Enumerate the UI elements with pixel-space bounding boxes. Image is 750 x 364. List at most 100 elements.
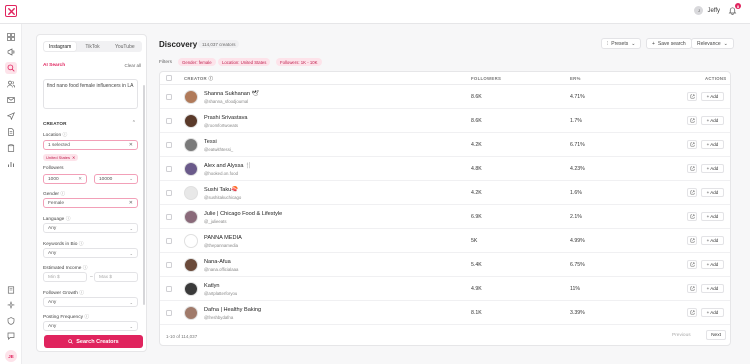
ai-search-input[interactable]: find nano food female influencers in LA (43, 79, 138, 109)
add-creator-button[interactable]: + Add (701, 236, 724, 245)
table-row[interactable]: PANNA MEDIA @thepannamedia 5K 4.99% + Add (160, 229, 730, 253)
table-row[interactable]: Prashi Srivastava @roomfortwoeats 8.6K 1.7%… (160, 109, 730, 133)
row-checkbox[interactable] (166, 214, 172, 220)
language-select[interactable]: Any ⌄ (43, 223, 138, 233)
open-profile-button[interactable] (687, 92, 697, 101)
row-checkbox[interactable] (166, 118, 172, 124)
notifications-button[interactable]: 8 (728, 3, 741, 16)
next-page-button[interactable]: Next (706, 330, 726, 340)
nav-analytics[interactable] (5, 158, 17, 170)
table-row[interactable]: Nana-Afua @nana.officialaaa 5.4K 6.75% + Add (160, 253, 730, 277)
column-er[interactable]: ER% (570, 76, 581, 81)
location-select[interactable]: 1 selected ✕ (43, 140, 138, 150)
table-row[interactable]: Sushi Taku🍣 @sushitakuchicago 4.2K 1.6% + Ad… (160, 181, 730, 205)
open-profile-button[interactable] (687, 212, 697, 221)
tab-instagram[interactable]: Instagram (44, 42, 77, 51)
clear-all-button[interactable]: Clear all (124, 63, 141, 68)
creator-avatar[interactable] (184, 258, 198, 272)
row-checkbox[interactable] (166, 262, 172, 268)
filter-chip-followers[interactable]: Followers: 1K - 10K (276, 58, 322, 66)
open-profile-button[interactable] (687, 164, 697, 173)
open-profile-button[interactable] (687, 116, 697, 125)
chevron-up-icon[interactable]: ⌃ (132, 120, 136, 126)
income-max-input[interactable]: Max $ (94, 272, 138, 282)
row-checkbox[interactable] (166, 190, 172, 196)
row-checkbox[interactable] (166, 94, 172, 100)
panel-scrollbar[interactable] (143, 85, 145, 305)
creator-avatar[interactable] (184, 186, 198, 200)
creator-avatar[interactable] (184, 114, 198, 128)
column-followers[interactable]: FOLLOWERS (471, 76, 501, 81)
save-search-button[interactable]: + Save search (646, 38, 692, 49)
nav-support[interactable] (5, 330, 17, 342)
clear-icon[interactable]: ✕ (129, 142, 133, 148)
clear-icon[interactable]: ✕ (78, 176, 82, 182)
creator-avatar[interactable] (184, 90, 198, 104)
presets-button[interactable]: ⫶ Presets ⌄ (601, 38, 642, 49)
add-creator-button[interactable]: + Add (701, 164, 724, 173)
creator-avatar[interactable] (184, 138, 198, 152)
nav-outreach[interactable] (5, 110, 17, 122)
add-creator-button[interactable]: + Add (701, 92, 724, 101)
nav-integrations[interactable] (5, 299, 17, 311)
income-min-input[interactable]: Min $ (43, 272, 87, 282)
sort-relevance-button[interactable]: Relevance ⌄ (691, 38, 734, 49)
add-creator-button[interactable]: + Add (701, 140, 724, 149)
creator-name[interactable]: Julie | Chicago Food & Lifestyle (204, 211, 282, 217)
tab-tiktok[interactable]: TikTok (76, 42, 108, 51)
add-creator-button[interactable]: + Add (701, 212, 724, 221)
creator-name[interactable]: PANNA MEDIA (204, 235, 242, 241)
followers-max-select[interactable]: 10000 ⌄ (94, 174, 138, 184)
creator-avatar[interactable] (184, 282, 198, 296)
creator-avatar[interactable] (184, 234, 198, 248)
followers-min-input[interactable]: 1000 ✕ (43, 174, 87, 184)
table-row[interactable]: Shanna Sukhanan 🕊 @shanna_sfoodjournal 8.6… (160, 85, 730, 109)
row-checkbox[interactable] (166, 310, 172, 316)
search-creators-button[interactable]: Search Creators (44, 335, 143, 348)
nav-inbox[interactable] (5, 94, 17, 106)
open-profile-button[interactable] (687, 284, 697, 293)
row-checkbox[interactable] (166, 142, 172, 148)
table-row[interactable]: Dafna | Healthy Baking @freshbydafna 8.1K 3… (160, 301, 730, 325)
clear-icon[interactable]: ✕ (129, 200, 133, 206)
open-profile-button[interactable] (687, 308, 697, 317)
nav-library[interactable] (5, 284, 17, 296)
row-checkbox[interactable] (166, 238, 172, 244)
nav-tasks[interactable] (5, 142, 17, 154)
creator-avatar[interactable] (184, 306, 198, 320)
table-row[interactable]: Katlyn @artplatterforyou 4.9K 11% + Add (160, 277, 730, 301)
filter-chip-location[interactable]: Location: United States (218, 58, 271, 66)
creator-name[interactable]: Katlyn (204, 283, 220, 289)
table-row[interactable]: Tessi @eatwithtessi_ 4.2K 6.71% + Add (160, 133, 730, 157)
open-profile-button[interactable] (687, 236, 697, 245)
creator-avatar[interactable] (184, 210, 198, 224)
creator-name[interactable]: Dafna | Healthy Baking (204, 307, 261, 313)
creator-name[interactable]: Shanna Sukhanan 🕊 (204, 91, 259, 97)
app-logo[interactable] (5, 5, 17, 17)
posting-select[interactable]: Any ⌄ (43, 321, 138, 331)
table-row[interactable]: Julie | Chicago Food & Lifestyle @_juliee… (160, 205, 730, 229)
nav-content[interactable] (5, 126, 17, 138)
add-creator-button[interactable]: + Add (701, 116, 724, 125)
keywords-select[interactable]: Any ⌄ (43, 248, 138, 258)
nav-campaigns[interactable] (5, 46, 17, 58)
row-checkbox[interactable] (166, 286, 172, 292)
user-menu[interactable]: J Jeffy (694, 6, 720, 15)
add-creator-button[interactable]: + Add (701, 260, 724, 269)
nav-security[interactable] (5, 315, 17, 327)
add-creator-button[interactable]: + Add (701, 188, 724, 197)
table-row[interactable]: Alex and Alyssa 🍴 @hooked.on.food 4.8K 4.23… (160, 157, 730, 181)
tab-youtube[interactable]: YouTube (109, 42, 141, 51)
nav-discovery[interactable] (5, 62, 17, 74)
nav-dashboard[interactable] (5, 31, 17, 43)
creator-name[interactable]: Sushi Taku🍣 (204, 187, 238, 193)
creator-name[interactable]: Prashi Srivastava (204, 115, 248, 121)
column-creator[interactable]: CREATOR ⓘ (184, 76, 213, 82)
creator-name[interactable]: Alex and Alyssa 🍴 (204, 163, 252, 169)
location-chip[interactable]: United States ✕ (43, 154, 79, 161)
open-profile-button[interactable] (687, 140, 697, 149)
gender-select[interactable]: Female ✕ (43, 198, 138, 208)
previous-page-button[interactable]: Previous (672, 333, 691, 338)
remove-chip-icon[interactable]: ✕ (72, 155, 75, 160)
open-profile-button[interactable] (687, 260, 697, 269)
